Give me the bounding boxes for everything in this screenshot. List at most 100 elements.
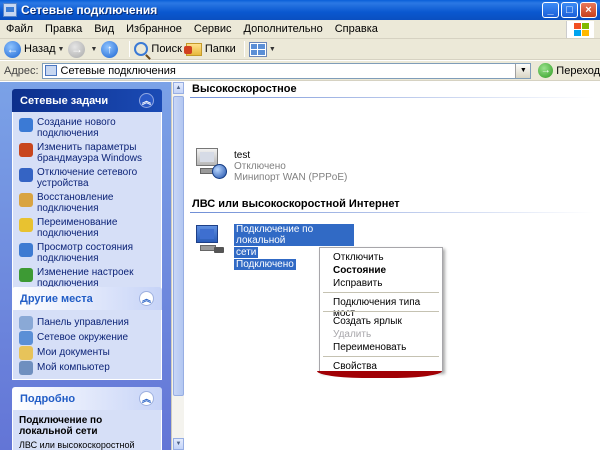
scroll-up-icon[interactable]: ▲ <box>173 82 184 94</box>
task-disable-device[interactable]: Отключение сетевого устройства <box>19 167 155 189</box>
connection-test[interactable]: test Отключено Минипорт WAN (PPPoE) <box>194 146 354 186</box>
menu-help[interactable]: Справка <box>329 23 384 35</box>
task-label: Просмотр состояния подключения <box>37 242 134 264</box>
group-header-lan: ЛВС или высокоскоростной Интернет <box>192 198 400 210</box>
window-title: Сетевые подключения <box>21 3 158 17</box>
task-repair-connection[interactable]: Восстановление подключения <box>19 192 155 214</box>
menu-item-repair[interactable]: Исправить <box>333 278 382 289</box>
place-my-computer[interactable]: Мой компьютер <box>19 360 155 375</box>
folders-label: Папки <box>204 43 236 55</box>
address-input[interactable]: Сетевые подключения ▼ <box>41 62 532 79</box>
task-label: Переименование подключения <box>37 217 118 239</box>
context-menu: Отключить Состояние Исправить Подключени… <box>319 247 443 372</box>
views-dropdown-icon[interactable]: ▼ <box>269 46 276 53</box>
forward-arrow-icon: → <box>68 40 86 58</box>
task-pane: Сетевые задачи ︽ Создание нового подключ… <box>0 82 184 450</box>
other-places-header[interactable]: Другие места ︽ <box>12 287 162 310</box>
task-label: Изменение настроек подключения <box>37 267 134 289</box>
up-button[interactable]: ↑ <box>101 40 121 59</box>
task-change-settings[interactable]: Изменение настроек подключения <box>19 267 155 289</box>
task-pane-scrollbar[interactable]: ▲ ▼ <box>171 82 184 450</box>
menu-separator <box>323 311 439 312</box>
menu-separator <box>323 292 439 293</box>
firewall-icon <box>19 143 33 157</box>
my-computer-icon <box>19 361 33 375</box>
task-label: Восстановление подключения <box>37 192 114 214</box>
place-control-panel[interactable]: Панель управления <box>19 315 155 330</box>
network-tasks-list: Создание нового подключения Изменить пар… <box>12 112 162 297</box>
details-body: Подключение по локальной сети ЛВС или вы… <box>12 410 162 450</box>
address-value: Сетевые подключения <box>60 64 176 77</box>
views-button[interactable]: ▼ <box>248 40 276 59</box>
details-title: Подробно <box>20 392 76 405</box>
menu-item-disconnect[interactable]: Отключить <box>333 252 384 263</box>
collapse-chevron-icon[interactable]: ︽ <box>139 291 154 306</box>
task-view-status[interactable]: Просмотр состояния подключения <box>19 242 155 264</box>
place-label: Мои документы <box>37 347 110 358</box>
menu-advanced[interactable]: Дополнительно <box>238 23 329 35</box>
menu-separator <box>323 356 439 357</box>
forward-button[interactable]: → ▼ <box>68 40 97 59</box>
back-dropdown-icon[interactable]: ▼ <box>58 46 65 53</box>
back-button[interactable]: ← Назад ▼ <box>4 40 64 59</box>
close-button[interactable]: × <box>580 2 597 18</box>
network-tasks-header[interactable]: Сетевые задачи ︽ <box>12 89 162 112</box>
details-connection-name: Подключение по локальной сети <box>19 415 103 437</box>
collapse-chevron-icon[interactable]: ︽ <box>139 93 154 108</box>
network-connections-icon <box>3 3 17 17</box>
minimize-button[interactable]: _ <box>542 2 559 18</box>
toolbar-separator <box>129 41 131 57</box>
control-panel-icon <box>19 316 33 330</box>
address-bar: Адрес: Сетевые подключения ▼ → Переход <box>0 61 600 81</box>
forward-dropdown-icon[interactable]: ▼ <box>90 46 97 53</box>
menu-item-create-shortcut[interactable]: Создать ярлык <box>333 316 402 327</box>
back-label: Назад <box>24 43 56 55</box>
menu-edit[interactable]: Правка <box>39 23 88 35</box>
group-divider <box>190 212 594 213</box>
task-firewall-settings[interactable]: Изменить параметры брандмауэра Windows <box>19 142 155 164</box>
go-arrow-icon: → <box>538 63 554 78</box>
lan-connection-icon <box>194 223 228 257</box>
disable-device-icon <box>19 168 33 182</box>
details-panel: Подробно ︽ Подключение по локальной сети… <box>12 387 162 450</box>
network-tasks-panel: Сетевые задачи ︽ Создание нового подключ… <box>12 89 162 297</box>
connection-name-line2: сети <box>234 247 259 258</box>
repair-icon <box>19 193 33 207</box>
search-label: Поиск <box>151 43 182 55</box>
new-connection-icon <box>19 118 33 132</box>
place-label: Панель управления <box>37 317 129 328</box>
maximize-button[interactable]: □ <box>561 2 578 18</box>
status-icon <box>19 243 33 257</box>
menu-view[interactable]: Вид <box>88 23 120 35</box>
place-my-documents[interactable]: Мои документы <box>19 345 155 360</box>
title-bar: Сетевые подключения _ □ × <box>0 0 600 20</box>
details-header[interactable]: Подробно ︽ <box>12 387 162 410</box>
windows-logo-icon <box>566 21 594 38</box>
menu-favorites[interactable]: Избранное <box>120 23 188 35</box>
folders-button[interactable]: Папки <box>183 40 236 59</box>
connection-device: Минипорт WAN (PPPoE) <box>234 172 348 183</box>
menu-item-status[interactable]: Состояние <box>333 265 386 276</box>
menu-item-rename[interactable]: Переименовать <box>333 342 406 353</box>
task-label: Изменить параметры брандмауэра Windows <box>37 142 142 164</box>
place-network-neighborhood[interactable]: Сетевое окружение <box>19 330 155 345</box>
task-rename-connection[interactable]: Переименование подключения <box>19 217 155 239</box>
scroll-down-icon[interactable]: ▼ <box>173 438 184 450</box>
search-button[interactable]: Поиск <box>134 40 182 59</box>
menu-tools[interactable]: Сервис <box>188 23 238 35</box>
address-dropdown-icon[interactable]: ▼ <box>515 63 531 78</box>
menu-item-delete: Удалить <box>333 329 372 340</box>
toolbar-separator <box>243 41 245 57</box>
other-places-title: Другие места <box>20 292 93 305</box>
menu-bar: Файл Правка Вид Избранное Сервис Дополни… <box>0 20 600 39</box>
task-create-connection[interactable]: Создание нового подключения <box>19 117 155 139</box>
address-label: Адрес: <box>4 64 39 77</box>
menu-file[interactable]: Файл <box>0 23 39 35</box>
network-neighborhood-icon <box>19 331 33 345</box>
go-button[interactable]: → Переход <box>538 63 600 78</box>
group-divider <box>190 97 594 98</box>
scrollbar-thumb[interactable] <box>173 96 184 396</box>
up-arrow-icon: ↑ <box>101 40 119 58</box>
collapse-chevron-icon[interactable]: ︽ <box>139 391 154 406</box>
views-icon <box>248 41 267 57</box>
